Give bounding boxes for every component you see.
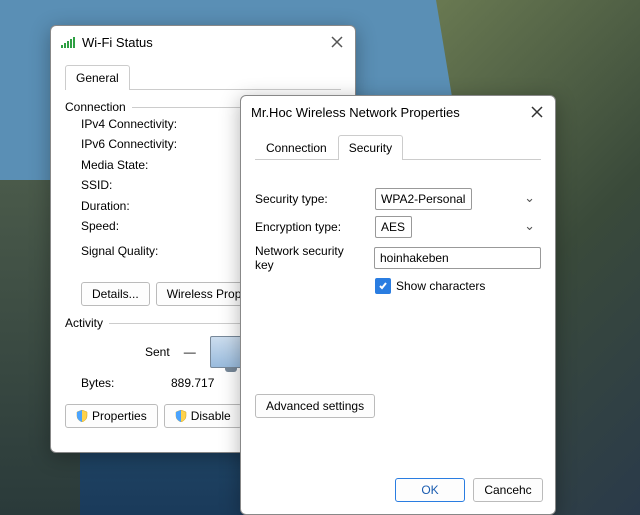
close-icon[interactable] bbox=[529, 104, 545, 120]
status-tabstrip: General bbox=[65, 58, 341, 90]
advanced-settings-button[interactable]: Advanced settings bbox=[255, 394, 375, 418]
security-type-label: Security type: bbox=[255, 192, 365, 206]
props-title: Mr.Hoc Wireless Network Properties bbox=[251, 105, 529, 120]
signal-quality-label: Signal Quality: bbox=[81, 244, 158, 258]
group-connection-label: Connection bbox=[65, 100, 126, 114]
tab-security[interactable]: Security bbox=[338, 135, 403, 160]
props-tabstrip: Connection Security bbox=[255, 128, 541, 160]
network-key-input[interactable] bbox=[374, 247, 541, 269]
ok-button[interactable]: OK bbox=[395, 478, 465, 502]
props-titlebar: Mr.Hoc Wireless Network Properties bbox=[241, 96, 555, 128]
wireless-properties-dialog: Mr.Hoc Wireless Network Properties Conne… bbox=[240, 95, 556, 515]
wifi-signal-icon bbox=[61, 36, 76, 48]
shield-icon bbox=[76, 410, 88, 422]
properties-button[interactable]: Properties bbox=[65, 404, 158, 428]
wifi-status-title: Wi-Fi Status bbox=[82, 35, 329, 50]
bytes-sent-value: 889.717 bbox=[171, 376, 214, 390]
sent-label: Sent bbox=[145, 345, 170, 359]
network-key-label: Network security key bbox=[255, 244, 364, 272]
disable-button[interactable]: Disable bbox=[164, 404, 242, 428]
encryption-type-select[interactable]: AES bbox=[375, 216, 412, 238]
shield-icon bbox=[175, 410, 187, 422]
security-type-select[interactable]: WPA2-Personal bbox=[375, 188, 472, 210]
wifi-status-titlebar: Wi-Fi Status bbox=[51, 26, 355, 58]
details-button[interactable]: Details... bbox=[81, 282, 150, 306]
close-icon[interactable] bbox=[329, 34, 345, 50]
group-activity-label: Activity bbox=[65, 316, 103, 330]
show-characters-label: Show characters bbox=[396, 279, 485, 293]
tab-connection[interactable]: Connection bbox=[255, 135, 338, 160]
tab-general[interactable]: General bbox=[65, 65, 130, 90]
show-characters-checkbox[interactable] bbox=[375, 278, 391, 294]
disable-button-label: Disable bbox=[191, 409, 231, 423]
bytes-label: Bytes: bbox=[81, 376, 171, 390]
cancel-button[interactable]: Cancehc bbox=[473, 478, 543, 502]
properties-button-label: Properties bbox=[92, 409, 147, 423]
encryption-type-label: Encryption type: bbox=[255, 220, 365, 234]
